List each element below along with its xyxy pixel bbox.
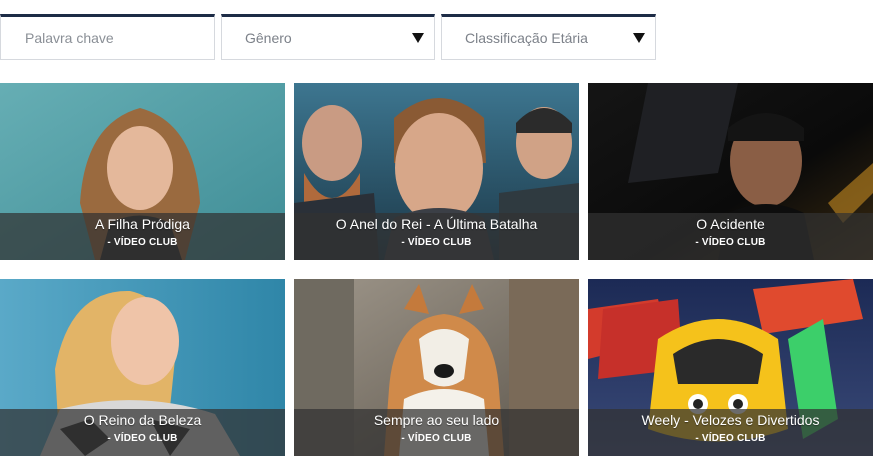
movie-source: - VÍDEO CLUB (107, 237, 178, 248)
movie-caption: Weely - Velozes e Divertidos - VÍDEO CLU… (588, 409, 873, 456)
movie-title: A Filha Pródiga (95, 216, 190, 232)
age-rating-select[interactable]: Classificação Etária (441, 14, 656, 60)
chevron-down-icon (412, 33, 424, 43)
movie-title: Sempre ao seu lado (373, 412, 500, 428)
movie-source: - VÍDEO CLUB (401, 433, 472, 444)
filter-bar: Gênero Classificação Etária (0, 14, 874, 62)
movie-card[interactable]: O Acidente - VÍDEO CLUB (588, 83, 873, 260)
movie-title: O Reino da Beleza (83, 412, 202, 428)
movie-title: Weely - Velozes e Divertidos (641, 412, 820, 428)
movie-card[interactable]: A Filha Pródiga - VÍDEO CLUB (0, 83, 285, 260)
movie-source: - VÍDEO CLUB (695, 237, 766, 248)
movie-card[interactable]: O Reino da Beleza - VÍDEO CLUB (0, 279, 285, 456)
genre-select-label: Gênero (245, 30, 292, 46)
movie-caption: Sempre ao seu lado - VÍDEO CLUB (294, 409, 579, 456)
movie-caption: O Reino da Beleza - VÍDEO CLUB (0, 409, 285, 456)
chevron-down-icon (633, 33, 645, 43)
movie-card[interactable]: O Anel do Rei - A Última Batalha - VÍDEO… (294, 83, 579, 260)
keyword-input[interactable] (1, 17, 214, 59)
movie-source: - VÍDEO CLUB (401, 237, 472, 248)
movie-title: O Acidente (696, 216, 765, 232)
keyword-field[interactable] (0, 14, 215, 60)
movie-caption: O Acidente - VÍDEO CLUB (588, 213, 873, 260)
genre-select[interactable]: Gênero (221, 14, 435, 60)
movie-caption: A Filha Pródiga - VÍDEO CLUB (0, 213, 285, 260)
movie-title: O Anel do Rei - A Última Batalha (335, 216, 538, 232)
movie-caption: O Anel do Rei - A Última Batalha - VÍDEO… (294, 213, 579, 260)
age-rating-select-label: Classificação Etária (465, 30, 588, 46)
movie-card[interactable]: Weely - Velozes e Divertidos - VÍDEO CLU… (588, 279, 873, 456)
movie-source: - VÍDEO CLUB (107, 433, 178, 444)
movie-source: - VÍDEO CLUB (695, 433, 766, 444)
movie-card[interactable]: Sempre ao seu lado - VÍDEO CLUB (294, 279, 579, 456)
